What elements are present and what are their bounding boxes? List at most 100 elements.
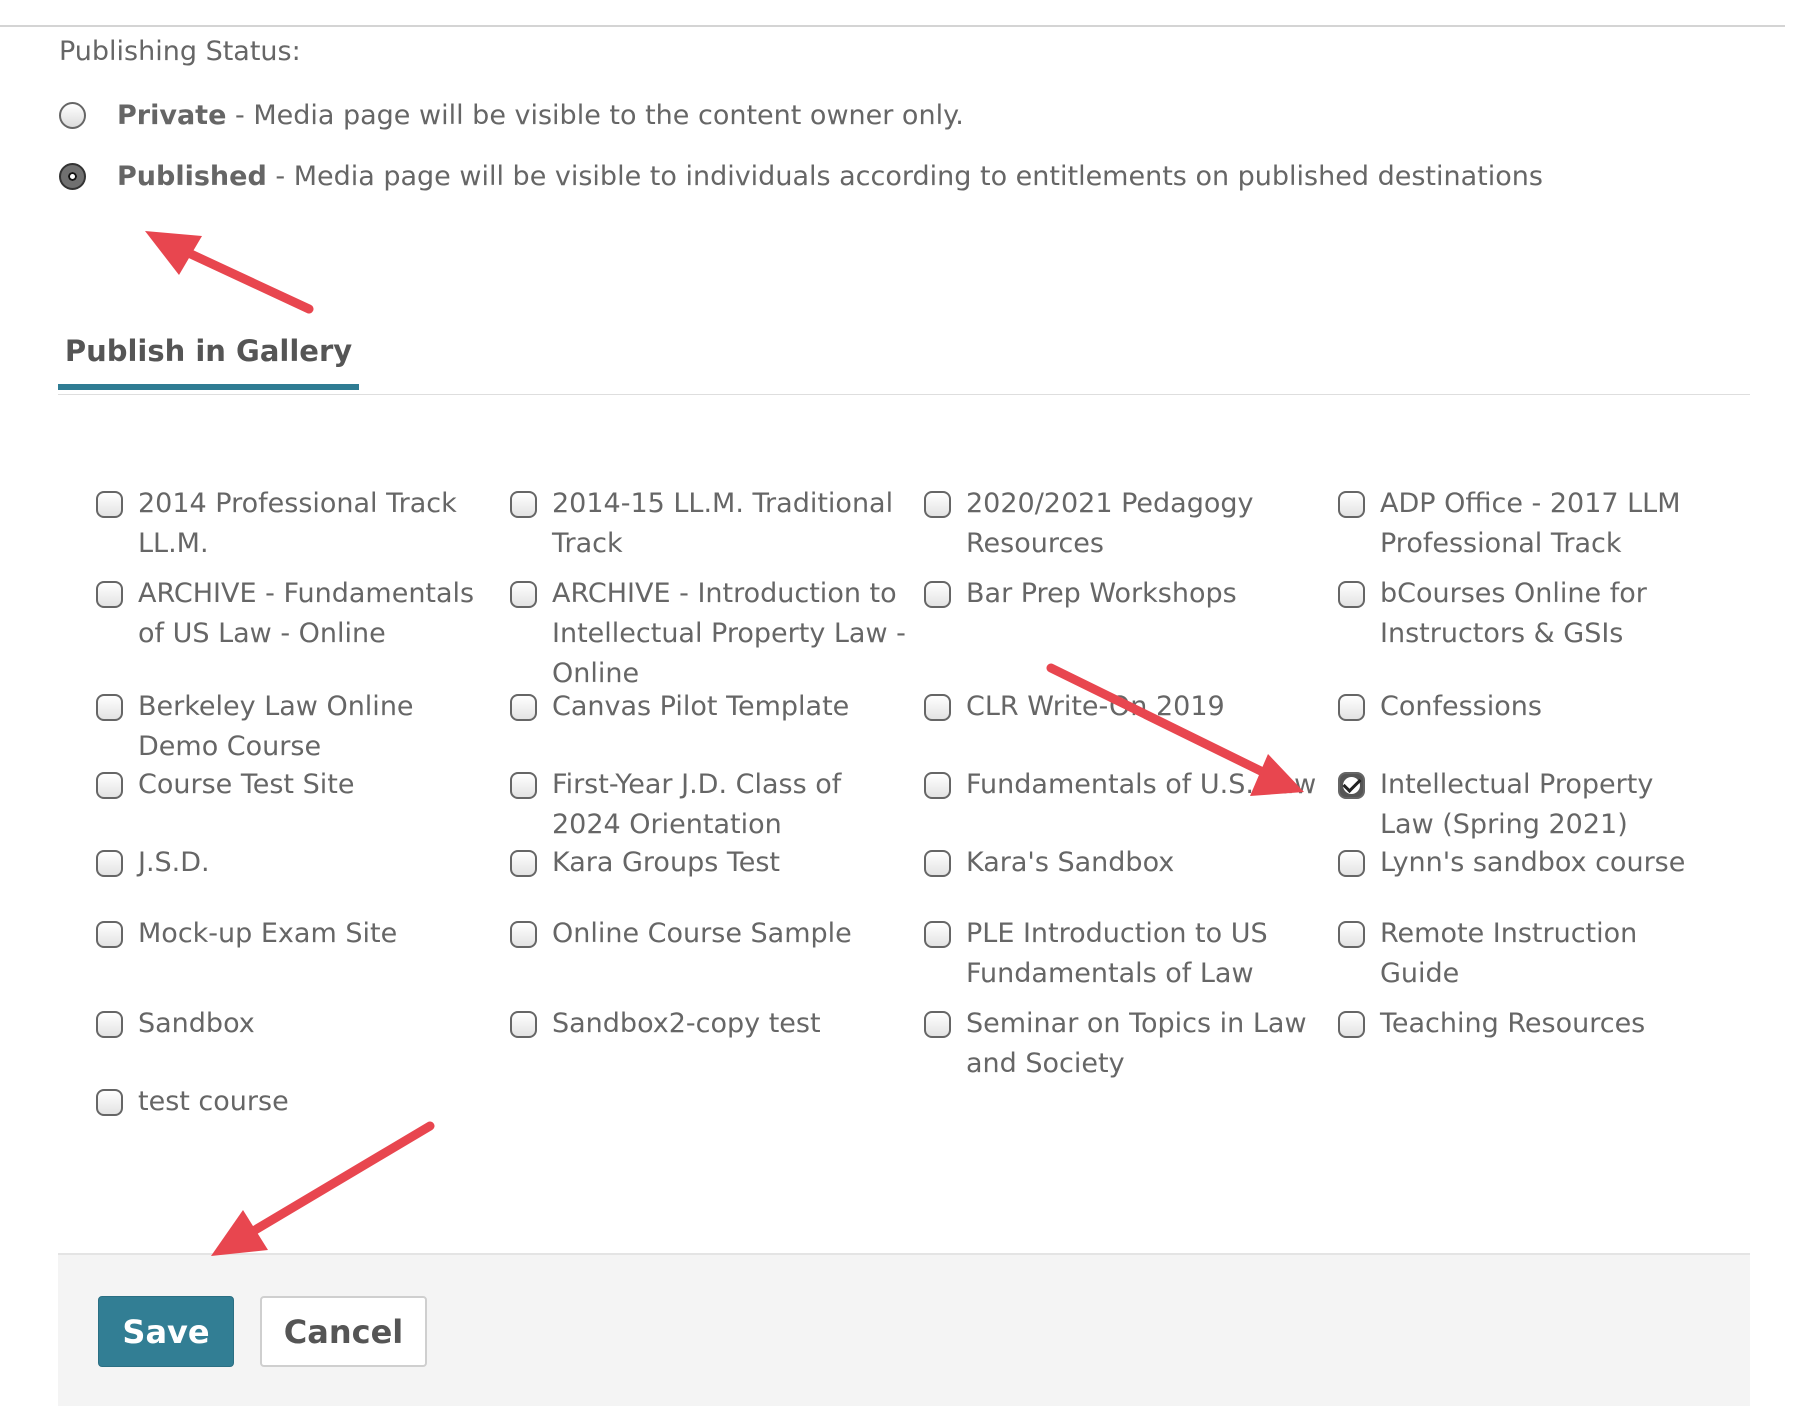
gallery-item[interactable]: Lynn's sandbox course <box>1338 843 1716 914</box>
gallery-checkbox[interactable] <box>1338 1011 1365 1038</box>
gallery-checkbox[interactable] <box>1338 921 1365 948</box>
publishing-status-label: Publishing Status: <box>59 36 301 67</box>
radio-private-row[interactable]: Private - Media page will be visible to … <box>59 100 964 131</box>
gallery-label: Berkeley Law Online Demo Course <box>138 691 414 762</box>
gallery-item[interactable]: 2014 Professional Track LL.M. <box>96 484 510 574</box>
save-button[interactable]: Save <box>98 1296 234 1367</box>
gallery-label: Lynn's sandbox course <box>1380 847 1686 878</box>
radio-private-title: Private <box>117 100 227 131</box>
gallery-item[interactable]: Bar Prep Workshops <box>924 574 1338 687</box>
gallery-item[interactable]: Kara's Sandbox <box>924 843 1338 914</box>
gallery-checkbox[interactable] <box>1338 581 1365 608</box>
gallery-item[interactable]: CLR Write-On 2019 <box>924 687 1338 765</box>
gallery-checkbox[interactable] <box>96 1089 123 1116</box>
gallery-checkbox[interactable] <box>924 1011 951 1038</box>
radio-private-text: Private - Media page will be visible to … <box>117 100 964 131</box>
gallery-label: ADP Office - 2017 LLM Professional Track <box>1380 488 1681 559</box>
gallery-item[interactable]: Course Test Site <box>96 765 510 843</box>
gallery-label: Sandbox <box>138 1008 255 1039</box>
gallery-label: Confessions <box>1380 691 1542 722</box>
gallery-checkbox[interactable] <box>96 581 123 608</box>
gallery-checkbox[interactable] <box>510 772 537 799</box>
gallery-checkbox[interactable] <box>924 921 951 948</box>
gallery-checkbox[interactable] <box>510 581 537 608</box>
gallery-item[interactable]: Berkeley Law Online Demo Course <box>96 687 510 765</box>
gallery-checkbox[interactable] <box>510 850 537 877</box>
gallery-checkbox[interactable] <box>96 850 123 877</box>
gallery-item[interactable]: test course <box>96 1082 510 1142</box>
gallery-label: Course Test Site <box>138 769 355 800</box>
gallery-item[interactable]: First-Year J.D. Class of 2024 Orientatio… <box>510 765 924 843</box>
tab-publish-in-gallery[interactable]: Publish in Gallery <box>58 318 359 390</box>
radio-published[interactable] <box>59 163 86 190</box>
gallery-item[interactable]: Sandbox <box>96 1004 510 1082</box>
gallery-checkbox[interactable] <box>510 491 537 518</box>
gallery-item[interactable]: Fundamentals of U.S. Law <box>924 765 1338 843</box>
gallery-label: Sandbox2-copy test <box>552 1008 821 1039</box>
gallery-item[interactable]: PLE Introduction to US Fundamentals of L… <box>924 914 1338 1004</box>
form-footer: Save Cancel <box>58 1253 1750 1406</box>
gallery-item[interactable]: ARCHIVE - Fundamentals of US Law - Onlin… <box>96 574 510 687</box>
gallery-label: J.S.D. <box>138 847 210 878</box>
gallery-tabs: Publish in Gallery <box>58 318 1750 398</box>
gallery-item[interactable]: ADP Office - 2017 LLM Professional Track <box>1338 484 1716 574</box>
gallery-item[interactable]: Mock-up Exam Site <box>96 914 510 1004</box>
radio-published-row[interactable]: Published - Media page will be visible t… <box>59 161 1543 192</box>
gallery-label: Remote Instruction Guide <box>1380 918 1638 989</box>
gallery-label: ARCHIVE - Fundamentals of US Law - Onlin… <box>138 578 475 649</box>
gallery-checkbox[interactable] <box>96 694 123 721</box>
gallery-checkbox[interactable] <box>1338 850 1365 877</box>
gallery-checkbox[interactable] <box>1338 772 1365 799</box>
gallery-checkbox[interactable] <box>510 1011 537 1038</box>
gallery-label: Kara's Sandbox <box>966 847 1175 878</box>
gallery-checkbox[interactable] <box>1338 694 1365 721</box>
gallery-item[interactable]: Kara Groups Test <box>510 843 924 914</box>
arrow-save-annotation <box>211 1121 435 1256</box>
gallery-checkbox[interactable] <box>96 1011 123 1038</box>
gallery-checkbox[interactable] <box>96 491 123 518</box>
gallery-checkbox[interactable] <box>510 694 537 721</box>
gallery-checkbox[interactable] <box>510 921 537 948</box>
gallery-checkbox[interactable] <box>924 850 951 877</box>
gallery-item[interactable]: Remote Instruction Guide <box>1338 914 1716 1004</box>
gallery-label: Fundamentals of U.S. Law <box>966 769 1317 800</box>
gallery-label: test course <box>138 1086 289 1117</box>
gallery-label: PLE Introduction to US Fundamentals of L… <box>966 918 1268 989</box>
gallery-label: Canvas Pilot Template <box>552 691 850 722</box>
gallery-item[interactable]: J.S.D. <box>96 843 510 914</box>
gallery-label: Kara Groups Test <box>552 847 781 878</box>
gallery-checkbox[interactable] <box>924 491 951 518</box>
top-divider <box>0 25 1785 27</box>
gallery-label: 2014 Professional Track LL.M. <box>138 488 457 559</box>
gallery-item[interactable]: Online Course Sample <box>510 914 924 1004</box>
gallery-checkbox[interactable] <box>924 581 951 608</box>
gallery-item[interactable]: ARCHIVE - Introduction to Intellectual P… <box>510 574 924 689</box>
gallery-item[interactable]: 2020/2021 Pedagogy Resources <box>924 484 1338 574</box>
gallery-item[interactable]: Seminar on Topics in Law and Society <box>924 1004 1338 1082</box>
gallery-label: ARCHIVE - Introduction to Intellectual P… <box>552 578 906 689</box>
gallery-label: Online Course Sample <box>552 918 852 949</box>
gallery-item[interactable]: Sandbox2-copy test <box>510 1004 924 1082</box>
gallery-checkbox[interactable] <box>1338 491 1365 518</box>
gallery-item[interactable]: Confessions <box>1338 687 1716 765</box>
cancel-button[interactable]: Cancel <box>260 1296 427 1367</box>
gallery-label: Mock-up Exam Site <box>138 918 398 949</box>
gallery-checkbox-grid: 2014 Professional Track LL.M. 2014-15 LL.… <box>96 484 1716 1142</box>
gallery-item[interactable]: bCourses Online for Instructors & GSIs <box>1338 574 1716 687</box>
gallery-label: CLR Write-On 2019 <box>966 691 1225 722</box>
gallery-item[interactable]: Teaching Resources <box>1338 1004 1716 1082</box>
tab-divider <box>58 394 1750 395</box>
gallery-checkbox[interactable] <box>96 772 123 799</box>
radio-private-desc: - Media page will be visible to the cont… <box>226 100 964 131</box>
gallery-label: Intellectual Property Law (Spring 2021) <box>1380 769 1654 840</box>
gallery-item[interactable]: 2014-15 LL.M. Traditional Track <box>510 484 924 574</box>
gallery-checkbox[interactable] <box>96 921 123 948</box>
gallery-label: 2020/2021 Pedagogy Resources <box>966 488 1254 559</box>
arrow-published-annotation <box>145 231 314 314</box>
gallery-checkbox[interactable] <box>924 772 951 799</box>
gallery-checkbox[interactable] <box>924 694 951 721</box>
radio-published-desc: - Media page will be visible to individu… <box>266 161 1543 192</box>
gallery-item[interactable]: Canvas Pilot Template <box>510 687 924 765</box>
gallery-item[interactable]: Intellectual Property Law (Spring 2021) <box>1338 765 1716 843</box>
radio-private[interactable] <box>59 102 86 129</box>
